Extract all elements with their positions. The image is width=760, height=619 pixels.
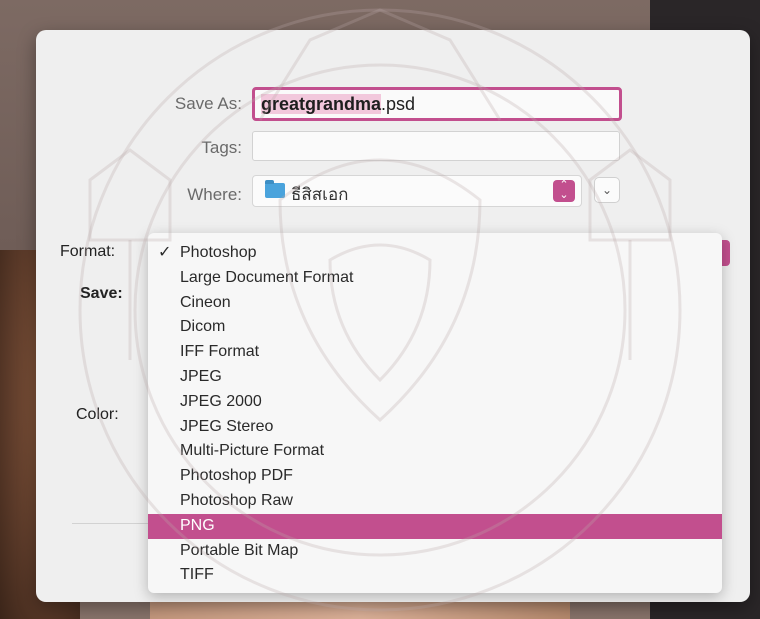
filename-base-selected: greatgrandma [261,94,382,114]
filename-extension: .psd [381,94,416,114]
where-value: ธีสิสเอก [291,185,349,204]
folder-icon [265,180,285,198]
save-options-label: Save: [80,285,123,302]
menu-item-iff-format[interactable]: IFF Format [148,340,722,365]
menu-item-photoshop-raw[interactable]: Photoshop Raw [148,489,722,514]
menu-item-photoshop-pdf[interactable]: Photoshop PDF [148,464,722,489]
menu-item-portable-bit-map[interactable]: Portable Bit Map [148,539,722,564]
menu-item-cineon[interactable]: Cineon [148,291,722,316]
checkmark-icon: ✓ [158,244,172,261]
menu-item-photoshop[interactable]: ✓ Photoshop [148,241,722,266]
expand-button[interactable]: ⌄ [594,177,620,203]
menu-item-dicom[interactable]: Dicom [148,315,722,340]
tags-input[interactable] [252,131,620,161]
save-as-label: Save As: [174,94,242,113]
up-down-chevron-icon[interactable]: ⌃ ⌄ [553,180,575,202]
chevron-down-icon: ⌄ [601,183,613,197]
menu-item-large-document-format[interactable]: Large Document Format [148,266,722,291]
menu-item-png[interactable]: PNG [148,513,722,539]
menu-item-tiff[interactable]: TIFF [148,563,722,588]
filename-input[interactable]: greatgrandma.psd [252,87,622,121]
color-label: Color: [76,406,119,423]
where-popup[interactable]: ธีสิสเอก ⌃ ⌄ [252,175,582,207]
tags-label: Tags: [201,138,242,157]
format-label: Format: [60,243,116,260]
menu-item-jpeg-2000[interactable]: JPEG 2000 [148,390,722,415]
menu-item-jpeg[interactable]: JPEG [148,365,722,390]
where-label: Where: [187,185,242,204]
menu-item-jpeg-stereo[interactable]: JPEG Stereo [148,415,722,440]
format-dropdown-menu: ✓ Photoshop Large Document Format Cineon … [148,233,722,593]
menu-item-multi-picture-format[interactable]: Multi-Picture Format [148,439,722,464]
